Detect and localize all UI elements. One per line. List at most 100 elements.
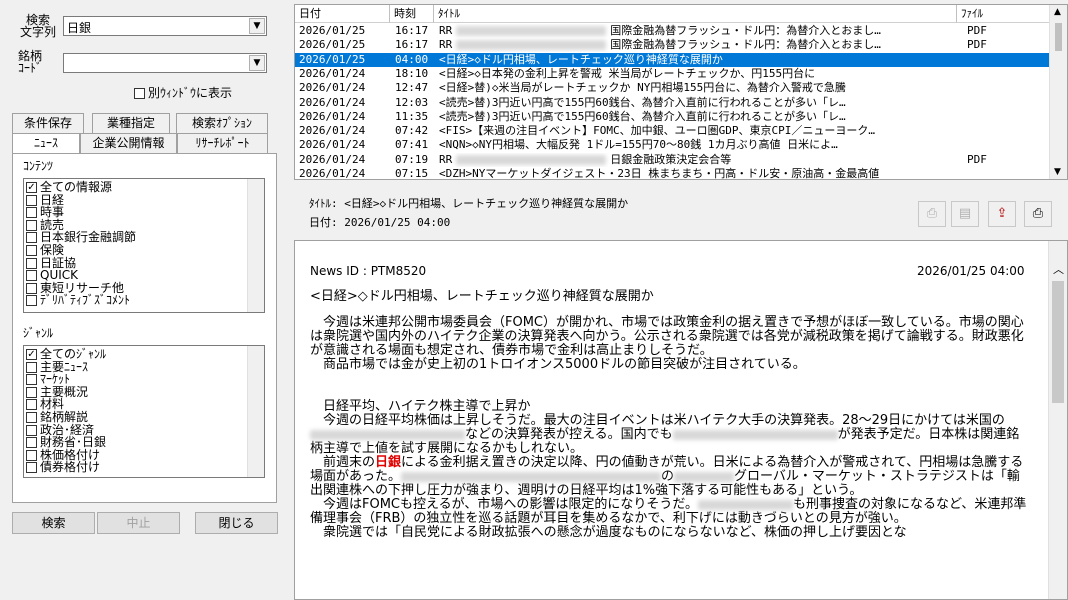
close-button[interactable]: 閉じる <box>195 512 278 534</box>
checkbox[interactable] <box>26 295 37 307</box>
row-date: 2026/01/24 <box>299 109 366 123</box>
genre-list[interactable]: ✓ 全てのｼﾞｬﾝﾙ 主要ﾆｭｰｽ ﾏｰｹｯﾄ 主要概況 材料 銘柄解説 政治･経済 財務省･日… <box>23 345 265 478</box>
checkbox[interactable] <box>26 244 37 256</box>
row-title: <日経>替)◇米当局がレートチェックか NY円相場155円台に、為替介入警戒で急… <box>439 81 846 95</box>
article-headline: <日経>◇ドル円相場、レートチェック巡り神経質な展開か <box>310 289 654 304</box>
tab-condition-save[interactable]: 条件保存 <box>12 113 84 133</box>
stock-code-label: 銘柄 ｺｰﾄﾞ <box>18 49 43 75</box>
row-date: 2026/01/25 <box>299 52 366 66</box>
document-icon[interactable]: ▤ <box>951 201 979 227</box>
search-highlight: 日銀 <box>375 455 402 470</box>
tab-search-options[interactable]: 検索ｵﾌﾟｼｮﾝ <box>176 113 268 133</box>
contents-list[interactable]: ✓ 全ての情報源 日経 時事 読売 日本銀行金融調節 保険 日証協 QUICK 東短リサーチ他 ﾃﾞ… <box>23 178 265 313</box>
checkbox[interactable] <box>26 437 37 449</box>
checkbox[interactable] <box>26 386 37 398</box>
tab-news[interactable]: ﾆｭｰｽ <box>12 133 80 153</box>
checkbox[interactable] <box>26 374 37 386</box>
news-list[interactable]: 日付 時刻 ﾀｲﾄﾙ ﾌｧｲﾙ 2026/01/25 16:17 RR 国際金融為替フ… <box>294 4 1068 180</box>
tab-content-panel: ｺﾝﾃﾝﾂ ✓ 全ての情報源 日経 時事 読売 日本銀行金融調節 保険 日証協 QUICK 東短リ… <box>12 153 277 503</box>
scrollbar[interactable] <box>247 179 264 312</box>
checkbox[interactable] <box>26 399 37 411</box>
article-paragraph: 前週末の日銀による金利据え置きの決定以降、円の値動きが荒い。日米による為替介入が… <box>310 455 1024 498</box>
row-time: 12:47 <box>395 81 429 95</box>
stock-code-combo[interactable]: ▼ <box>63 53 267 73</box>
checkbox[interactable] <box>26 232 37 244</box>
row-date: 2026/01/24 <box>299 95 366 109</box>
row-time: 07:19 <box>395 152 429 166</box>
table-row[interactable]: 2026/01/25 04:00 <日経>◇ドル円相場、レートチェック巡り神経質な展… <box>295 52 1051 67</box>
list-item[interactable]: ﾃﾞﾘﾊﾞﾃｨﾌﾞｽﾞｺﾒﾝﾄ <box>24 294 264 307</box>
chevron-down-icon[interactable]: ▼ <box>249 55 265 71</box>
row-time: 07:41 <box>395 138 429 152</box>
checkbox[interactable] <box>26 270 37 282</box>
table-row[interactable]: 2026/01/24 07:15 <DZH>NYマーケットダイジェスト・23日 株ま… <box>295 167 1051 179</box>
checkbox[interactable] <box>26 207 37 219</box>
print-icon[interactable]: ⎙ <box>1024 201 1052 227</box>
scrollbar[interactable]: ▲ ▼ <box>1049 5 1067 179</box>
news-id: News ID : PTM8520 <box>310 264 427 278</box>
article-paragraph: 商品市場では金が史上初の1トロイオンス5000ドルの節目突破が注目されている。 <box>310 357 806 372</box>
column-header-title[interactable]: ﾀｲﾄﾙ <box>434 5 957 23</box>
scroll-up-icon[interactable]: ▲ <box>1054 7 1061 17</box>
scrollbar[interactable]: ︿ <box>1048 241 1067 599</box>
row-date: 2026/01/25 <box>299 24 366 37</box>
table-row[interactable]: 2026/01/24 12:47 <日経>替)◇米当局がレートチェックか NY円相場… <box>295 81 1051 95</box>
column-header-time[interactable]: 時刻 <box>390 5 434 23</box>
news-rows: 2026/01/25 16:17 RR 国際金融為替フラッシュ・ドル円：為替介入とおま… <box>295 24 1051 179</box>
row-file: PDF <box>967 152 987 166</box>
row-title: <読売>替)3円近い円高で155円60銭台、為替介入直前に行われることが多い「レ… <box>439 95 846 109</box>
genre-label: ｼﾞｬﾝﾙ <box>23 326 54 340</box>
list-item[interactable]: 債券格付け <box>24 461 264 474</box>
search-text-value: 日銀 <box>67 21 92 35</box>
checked-checkbox[interactable]: ✓ <box>26 182 37 193</box>
tab-industry[interactable]: 業種指定 <box>92 113 170 133</box>
detail-title: ﾀｲﾄﾙ: <日経>◇ドル円相場、レートチェック巡り神経質な展開か <box>309 197 629 210</box>
column-header-file[interactable]: ﾌｧｲﾙ <box>957 5 1051 23</box>
table-row[interactable]: 2026/01/25 16:17 RR 国際金融為替フラッシュ・ドル円：為替介入とおま… <box>295 24 1051 38</box>
checkbox-box[interactable] <box>134 88 145 99</box>
row-title: <日経>◇ドル円相場、レートチェック巡り神経質な展開か <box>439 52 723 66</box>
row-time: 16:17 <box>395 38 429 52</box>
row-time: 11:35 <box>395 109 429 123</box>
row-date: 2026/01/25 <box>299 38 366 52</box>
separate-window-checkbox[interactable]: 別ｳｨﾝﾄﾞｳに表示 <box>134 84 232 101</box>
table-row[interactable]: 2026/01/24 07:42 <FIS>【来週の注目イベント】FOMC、加中銀、… <box>295 124 1051 138</box>
checkbox[interactable] <box>26 194 37 206</box>
chevron-down-icon[interactable]: ▼ <box>249 18 265 34</box>
row-time: 12:03 <box>395 95 429 109</box>
table-row[interactable]: 2026/01/24 07:19 RR 日銀金融政策決定会合等 PDF <box>295 153 1051 167</box>
contents-label: ｺﾝﾃﾝﾂ <box>23 159 54 173</box>
table-row[interactable]: 2026/01/24 12:03 <読売>替)3円近い円高で155円60銭台、為替介… <box>295 96 1051 110</box>
export-icon[interactable]: ⇪ <box>988 201 1016 227</box>
checkbox[interactable] <box>26 219 37 231</box>
checkbox[interactable] <box>26 361 37 373</box>
scroll-thumb[interactable] <box>1052 281 1064 403</box>
scroll-up-icon[interactable]: ︿ <box>1053 261 1064 277</box>
checkbox[interactable] <box>26 411 37 423</box>
checked-checkbox[interactable]: ✓ <box>26 349 37 360</box>
checkbox[interactable] <box>26 462 37 474</box>
checkbox[interactable] <box>26 257 37 269</box>
left-panel: 検索 文字列 日銀 ▼ 銘柄 ｺｰﾄﾞ ▼ 別ｳｨﾝﾄﾞｳに表示 条件保存 業種… <box>0 0 289 600</box>
article-pane: News ID : PTM8520 2026/01/25 04:00 <日経>◇… <box>294 240 1068 600</box>
search-text-label: 検索 文字列 <box>19 13 56 39</box>
scrollbar[interactable] <box>247 346 264 477</box>
table-row[interactable]: 2026/01/24 18:10 <日経>◇日本発の金利上昇を警戒 米当局がレートチ… <box>295 67 1051 81</box>
checkbox[interactable] <box>26 449 37 461</box>
table-row[interactable]: 2026/01/24 11:35 <読売>替)3円近い円高で155円60銭台、為替介… <box>295 110 1051 124</box>
row-title: <読売>替)3円近い円高で155円60銭台、為替介入直前に行われることが多い「レ… <box>439 109 846 123</box>
row-date: 2026/01/24 <box>299 152 366 166</box>
search-button[interactable]: 検索 <box>12 512 95 534</box>
checkbox[interactable] <box>26 282 37 294</box>
pdf-icon[interactable]: ⎙ <box>918 201 946 227</box>
checkbox[interactable] <box>26 424 37 436</box>
search-text-combo[interactable]: 日銀 ▼ <box>63 16 267 36</box>
column-header-date[interactable]: 日付 <box>295 5 390 23</box>
table-row[interactable]: 2026/01/24 07:41 <NQN>◇NY円相場、大幅反発 1ドル=155円… <box>295 138 1051 152</box>
tab-corporate-disclosure[interactable]: 企業公開情報 <box>80 133 177 153</box>
tab-research-report[interactable]: ﾘｻｰﾁﾚﾎﾟｰﾄ <box>177 133 268 153</box>
table-row[interactable]: 2026/01/25 16:17 RR 国際金融為替フラッシュ・ドル円：為替介入とおま… <box>295 38 1051 52</box>
stop-button[interactable]: 中止 <box>97 512 180 534</box>
scroll-thumb[interactable] <box>1055 23 1062 51</box>
scroll-down-icon[interactable]: ▼ <box>1054 167 1061 177</box>
